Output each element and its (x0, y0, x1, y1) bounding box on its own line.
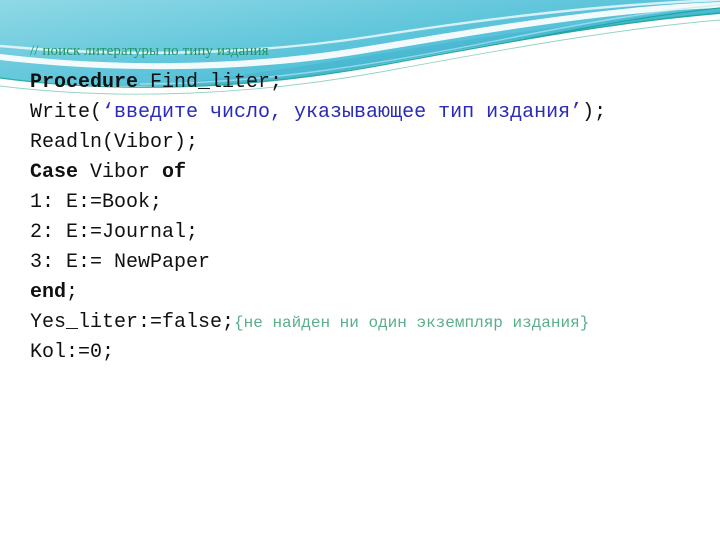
line-procedure-seg-0: Procedure (30, 71, 139, 94)
line-write-seg-1: ‘введите число, указывающее тип издания’ (102, 101, 583, 124)
line-case-1-seg-0: 1: E:=Book; (30, 191, 163, 214)
line-write-seg-2: ); (582, 101, 607, 124)
code-block: // поиск литературы по типу издания Proc… (30, 40, 690, 368)
line-end-seg-1: ; (66, 281, 79, 304)
slide-canvas: // поиск литературы по типу издания Proc… (0, 0, 720, 540)
line-end: end; (30, 278, 690, 308)
line-yes-liter: Yes_liter:=false;{не найден ни один экзе… (30, 308, 690, 338)
line-procedure-seg-1: Find_liter; (138, 71, 283, 94)
line-procedure: Procedure Find_liter; (30, 68, 690, 98)
line-case-3: 3: E:= NewPaper (30, 248, 690, 278)
line-case-1: 1: E:=Book; (30, 188, 690, 218)
line-readln: Readln(Vibor); (30, 128, 690, 158)
code-header-comment: // поиск литературы по типу издания (30, 43, 269, 59)
line-kol-seg-0: Kol:=0; (30, 341, 115, 364)
line-end-seg-0: end (30, 281, 67, 304)
line-case-seg-0: Case (30, 161, 79, 184)
line-case-seg-2: of (162, 161, 187, 184)
line-write-seg-0: Write( (30, 101, 103, 124)
line-case-2-seg-0: 2: E:=Journal; (30, 221, 199, 244)
line-case: Case Vibor of (30, 158, 690, 188)
line-kol: Kol:=0; (30, 338, 690, 368)
code-lines-container: Procedure Find_liter; Write(‘введите числ… (30, 68, 690, 368)
line-readln-seg-0: Readln(Vibor); (30, 131, 199, 154)
line-yes-liter-seg-0: Yes_liter:=false; (30, 311, 235, 334)
line-case-3-seg-0: 3: E:= NewPaper (30, 251, 211, 274)
line-write: Write(‘введите число, указывающее тип из… (30, 98, 690, 128)
line-case-2: 2: E:=Journal; (30, 218, 690, 248)
line-case-seg-1: Vibor (78, 161, 163, 184)
line-yes-liter-seg-1: {не найден ни один экземпляр издания} (234, 314, 590, 332)
